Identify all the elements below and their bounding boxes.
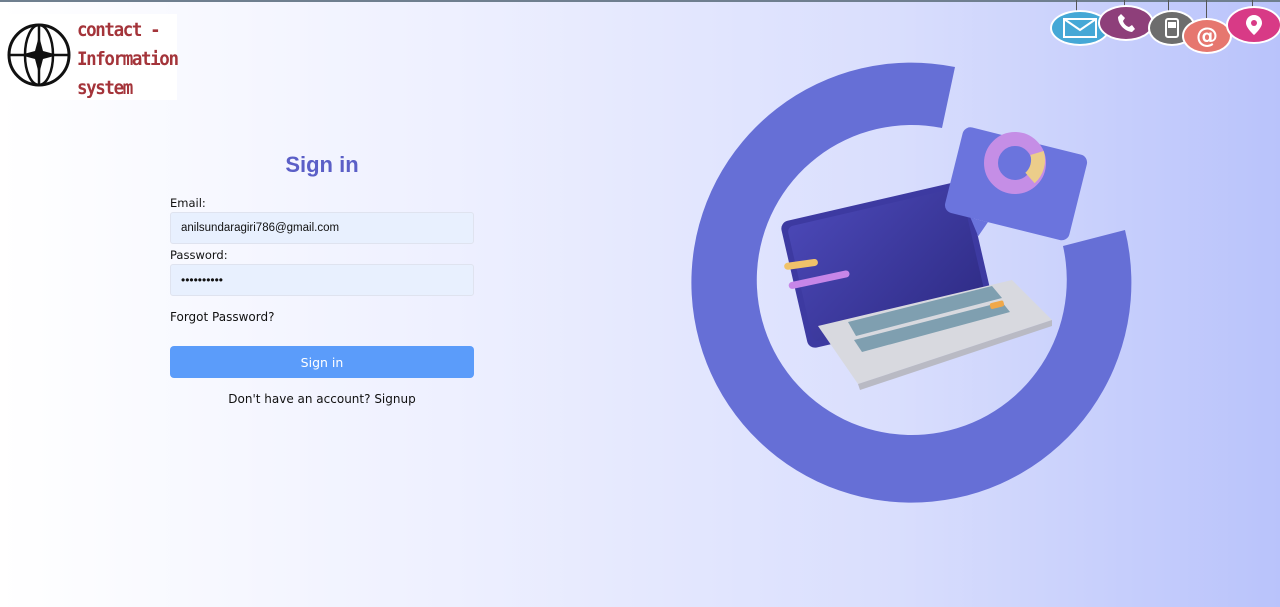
logo-line-3: system	[77, 77, 133, 99]
forgot-password-link[interactable]: Forgot Password?	[170, 310, 274, 324]
contact-icons: @	[1040, 0, 1280, 60]
password-field[interactable]: ••••••••••	[170, 264, 474, 296]
location-pin-icon	[1226, 6, 1280, 44]
signin-button[interactable]: Sign in	[170, 346, 474, 378]
signup-prompt-text: Don't have an account?	[228, 392, 371, 406]
logo-line-2: Information	[77, 48, 179, 70]
password-label: Password:	[170, 248, 228, 262]
signup-link[interactable]: Signup	[374, 392, 415, 406]
at-sign-icon: @	[1182, 18, 1232, 54]
phone-icon	[1098, 5, 1154, 41]
email-label: Email:	[170, 196, 206, 210]
app-logo: contact - Information system	[0, 14, 179, 103]
logo-line-1: contact -	[77, 19, 161, 41]
signup-prompt: Don't have an account? Signup	[170, 392, 474, 406]
email-field[interactable]: anilsundaragiri786@gmail.com	[170, 212, 474, 244]
laptop-illustration	[691, 62, 1132, 503]
signin-form: Sign in Email: anilsundaragiri786@gmail.…	[170, 150, 474, 406]
globe-logo-icon	[7, 23, 71, 87]
signin-title: Sign in	[285, 152, 359, 177]
logo-text: contact - Information system	[77, 16, 179, 103]
